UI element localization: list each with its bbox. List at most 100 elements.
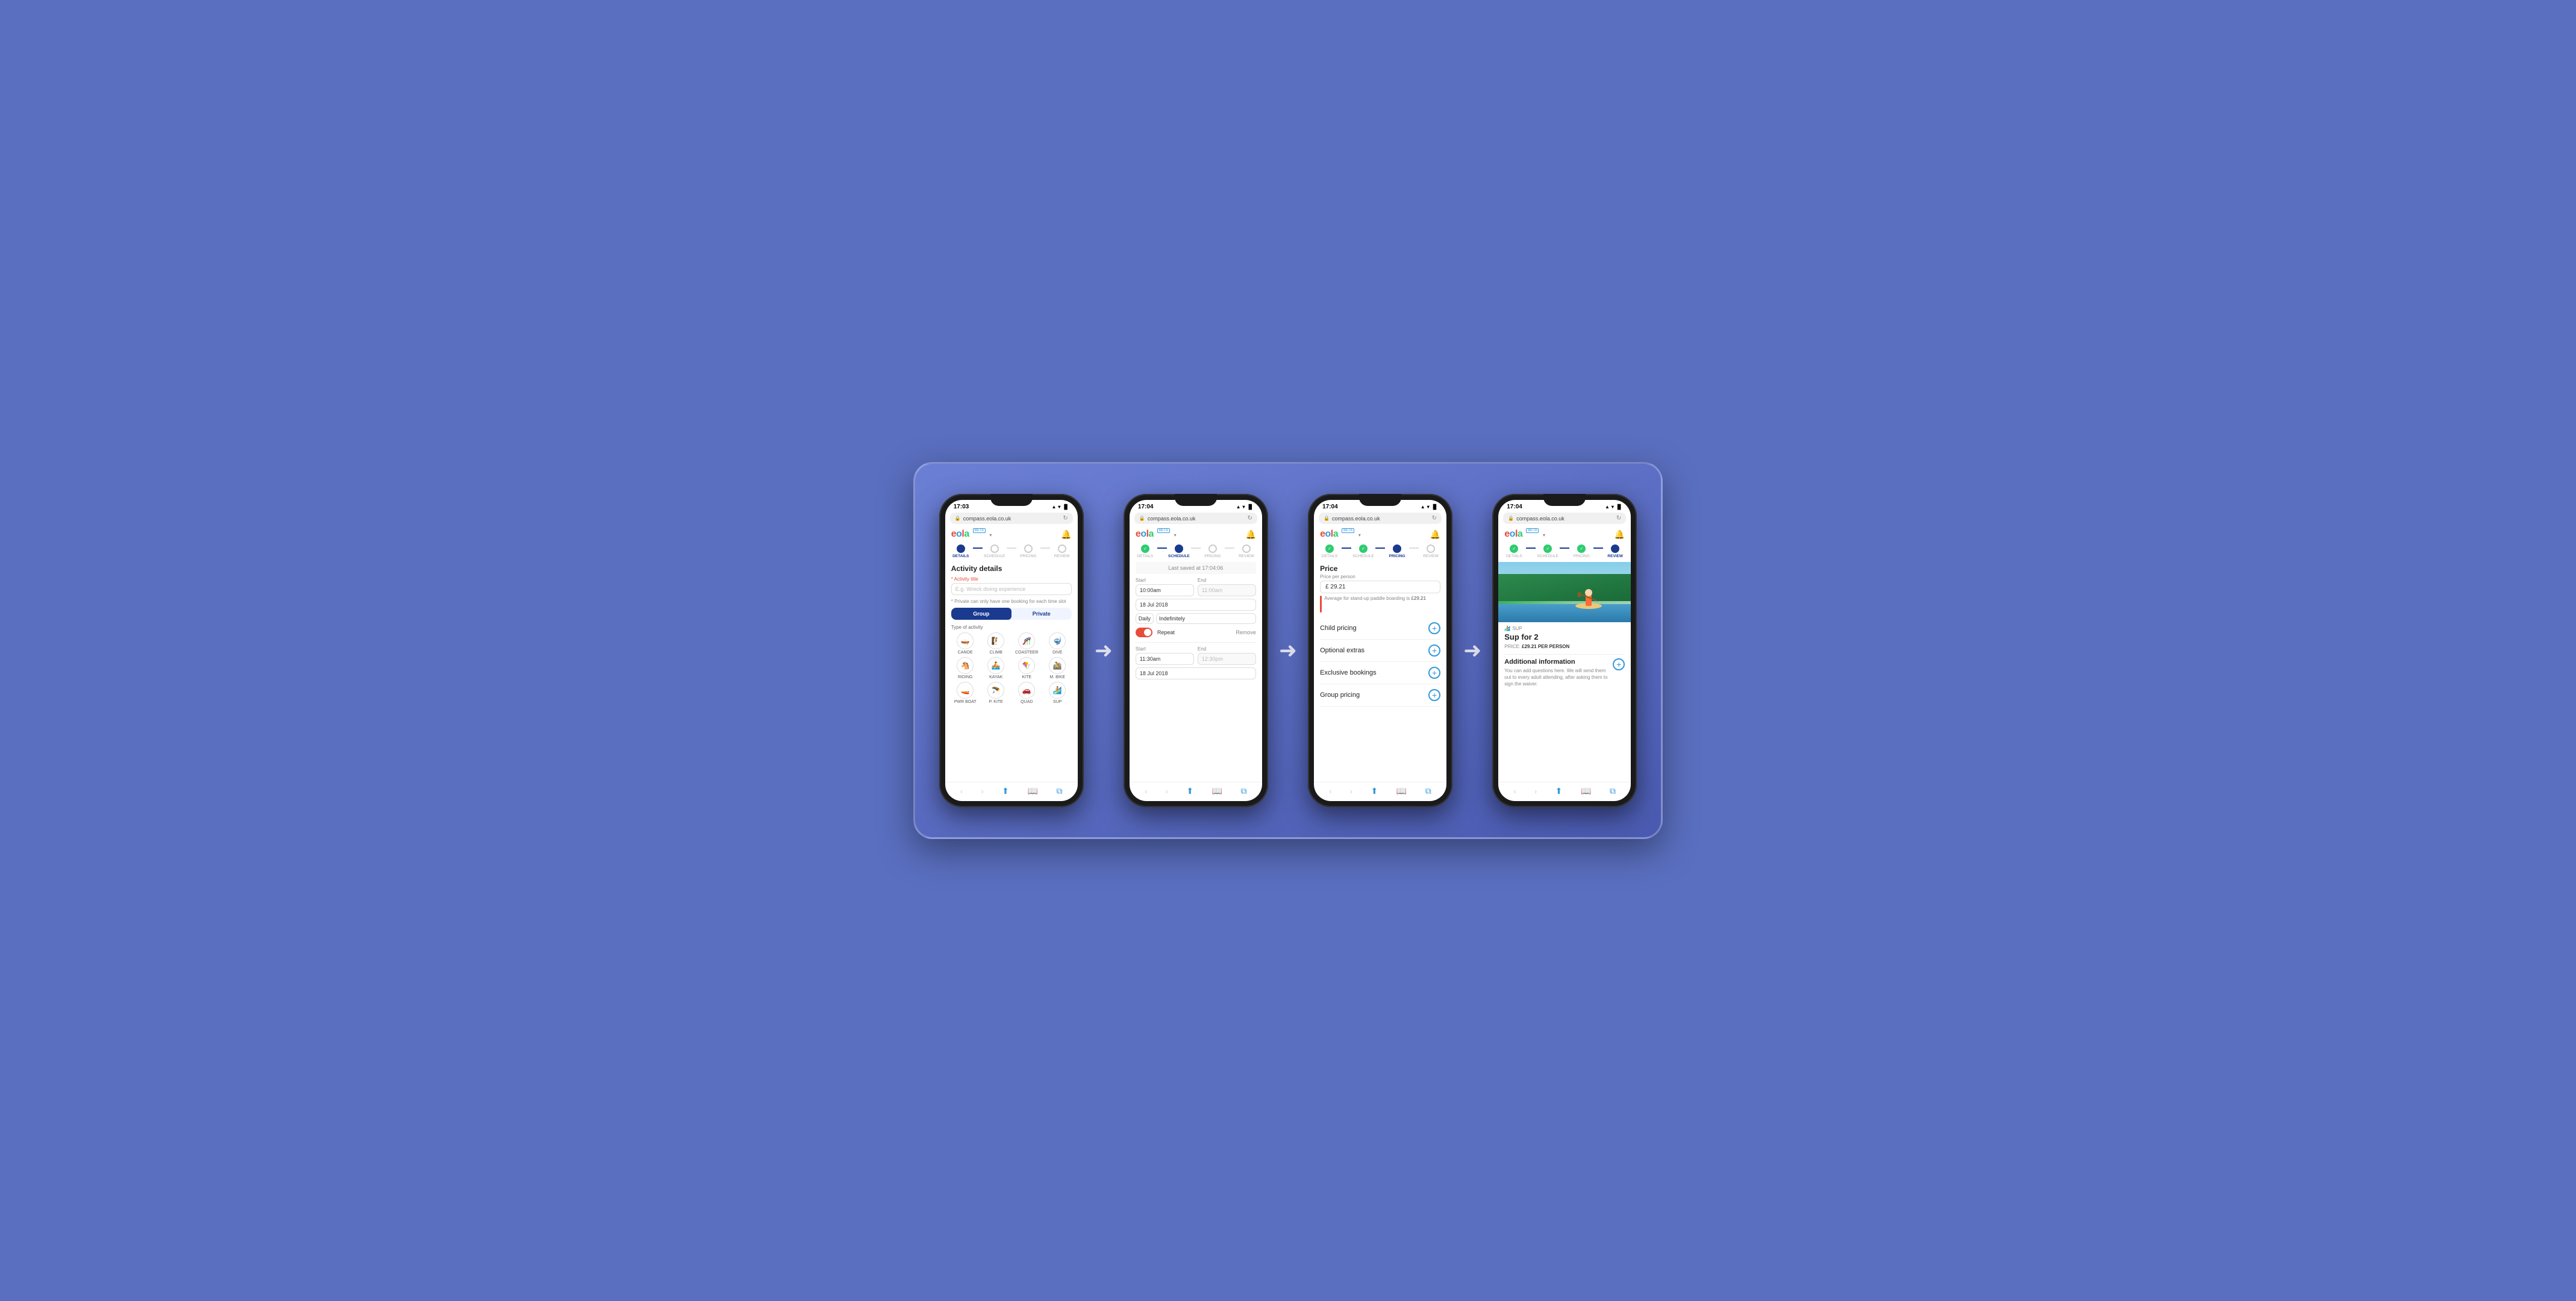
time-3: 17:04 (1322, 504, 1338, 510)
copy-icon-4[interactable]: ⧉ (1610, 786, 1616, 796)
step-dot-review (1058, 544, 1066, 553)
review-title: Sup for 2 (1504, 632, 1625, 641)
book-icon-2[interactable]: 📖 (1212, 786, 1222, 796)
activity-pwrboat[interactable]: 🚤 PWR BOAT (951, 682, 980, 704)
step-dot-details-2: ✓ (1141, 544, 1149, 553)
activity-dive[interactable]: 🤿 DIVE (1043, 632, 1072, 655)
forward-arrow-4[interactable]: › (1534, 787, 1537, 796)
copy-icon-1[interactable]: ⧉ (1056, 786, 1062, 796)
step-pricing-4[interactable]: ✓ PRICING (1569, 544, 1593, 558)
activity-pkite[interactable]: 🪂 P. KITE (982, 682, 1010, 704)
refresh-icon-2[interactable]: ↻ (1248, 515, 1252, 522)
share-icon-4[interactable]: ⬆ (1555, 786, 1563, 796)
eola-logo-4: eola BETA ▾ (1504, 529, 1545, 540)
forward-arrow-3[interactable]: › (1350, 787, 1352, 796)
bell-icon-3[interactable]: 🔔 (1430, 529, 1440, 540)
step-pricing-3[interactable]: PRICING (1385, 544, 1409, 558)
copy-icon-2[interactable]: ⧉ (1241, 786, 1247, 796)
book-icon-1[interactable]: 📖 (1027, 786, 1037, 796)
step-pricing-1[interactable]: PRICING (1016, 544, 1040, 558)
connector-2b (1191, 548, 1201, 549)
refresh-icon-3[interactable]: ↻ (1432, 515, 1437, 522)
step-label-pricing-3: PRICING (1389, 554, 1405, 558)
step-dot-schedule (990, 544, 999, 553)
optional-extras-row[interactable]: Optional extras + (1320, 640, 1440, 662)
slot2-start-input[interactable]: 11:30am (1136, 653, 1194, 665)
step-details-3[interactable]: ✓ DETAILS (1318, 544, 1342, 558)
activity-kayak[interactable]: 🚣 KAYAK (982, 657, 1010, 679)
share-icon-3[interactable]: ⬆ (1371, 786, 1378, 796)
forward-arrow-2[interactable]: › (1166, 787, 1168, 796)
copy-icon-3[interactable]: ⧉ (1425, 786, 1431, 796)
group-btn[interactable]: Group (951, 608, 1011, 620)
step-review-1[interactable]: REVIEW (1050, 544, 1074, 558)
review-content: 🏄 SUP Sup for 2 PRICE: £29.21 PER PERSON… (1498, 622, 1631, 782)
share-icon-2[interactable]: ⬆ (1186, 786, 1193, 796)
back-arrow-1[interactable]: ‹ (960, 787, 963, 796)
activity-quad[interactable]: 🚗 QUAD (1013, 682, 1041, 704)
logo-a: a (964, 529, 969, 539)
activity-climb[interactable]: 🧗 CLIMB (982, 632, 1010, 655)
activity-sup[interactable]: 🏄 SUP (1043, 682, 1072, 704)
back-arrow-3[interactable]: ‹ (1329, 787, 1331, 796)
slot1-start-input[interactable]: 10:00am (1136, 584, 1194, 596)
slot2-start-field: Start 11:30am (1136, 646, 1194, 665)
slot2-date[interactable]: 18 Jul 2018 (1136, 667, 1256, 679)
indefinitely-select[interactable]: Indefinitely (1156, 613, 1256, 624)
exclusive-bookings-row[interactable]: Exclusive bookings + (1320, 662, 1440, 684)
url-bar-4[interactable]: 🔒 compass.eola.co.uk ↻ (1503, 513, 1626, 524)
slot1-end-input[interactable]: 11:00am (1198, 584, 1256, 596)
bell-icon-1[interactable]: 🔔 (1061, 529, 1071, 540)
activity-grid-1: 🛶 CANOE 🧗 CLIMB 🎢 COASTEER 🤿 (951, 632, 1072, 655)
activity-coasteer[interactable]: 🎢 COASTEER (1013, 632, 1041, 655)
forward-arrow-1[interactable]: › (981, 787, 984, 796)
url-bar-3[interactable]: 🔒 compass.eola.co.uk ↻ (1319, 513, 1442, 524)
url-bar-2[interactable]: 🔒 compass.eola.co.uk ↻ (1134, 513, 1257, 524)
step-pricing-2[interactable]: PRICING (1201, 544, 1225, 558)
battery-icon-4: ▐▌ (1616, 504, 1622, 510)
url-bar-1[interactable]: 🔒 compass.eola.co.uk ↻ (950, 513, 1073, 524)
back-arrow-2[interactable]: ‹ (1145, 787, 1147, 796)
private-btn[interactable]: Private (1011, 608, 1072, 620)
step-review-3[interactable]: REVIEW (1419, 544, 1443, 558)
step-schedule-1[interactable]: SCHEDULE (983, 544, 1007, 558)
refresh-icon-1[interactable]: ↻ (1063, 515, 1068, 522)
repeat-toggle-switch[interactable] (1136, 628, 1152, 637)
daily-select[interactable]: Daily (1136, 613, 1154, 624)
book-icon-3[interactable]: 📖 (1396, 786, 1407, 796)
price-value-field[interactable]: £ 29.21 (1320, 581, 1440, 593)
refresh-icon-4[interactable]: ↻ (1616, 515, 1621, 522)
exclusive-bookings-plus[interactable]: + (1428, 667, 1440, 679)
step-dot-details-4: ✓ (1510, 544, 1518, 553)
activity-kite[interactable]: 🪁 KITE (1013, 657, 1041, 679)
bell-icon-2[interactable]: 🔔 (1245, 529, 1255, 540)
group-pricing-plus[interactable]: + (1428, 689, 1440, 701)
remove-button[interactable]: Remove (1236, 629, 1256, 635)
activity-mbike[interactable]: 🚵 M. BIKE (1043, 657, 1072, 679)
optional-extras-plus[interactable]: + (1428, 644, 1440, 657)
book-icon-4[interactable]: 📖 (1581, 786, 1591, 796)
activity-canoe[interactable]: 🛶 CANOE (951, 632, 980, 655)
step-schedule-4[interactable]: ✓ SCHEDULE (1536, 544, 1560, 558)
group-pricing-row[interactable]: Group pricing + (1320, 684, 1440, 707)
step-review-2[interactable]: REVIEW (1234, 544, 1258, 558)
step-details-1[interactable]: DETAILS (949, 544, 973, 558)
group-private-toggle[interactable]: Group Private (951, 608, 1072, 620)
step-schedule-2[interactable]: SCHEDULE (1167, 544, 1191, 558)
child-pricing-row[interactable]: Child pricing + (1320, 617, 1440, 640)
activity-riding[interactable]: 🐴 RIDING (951, 657, 980, 679)
signal-icon-1: ▲ (1051, 504, 1056, 510)
step-details-2[interactable]: ✓ DETAILS (1133, 544, 1157, 558)
activity-title-input[interactable]: E.g. Wreck diving experience (951, 583, 1072, 595)
slot2-end-input[interactable]: 12:30pm (1198, 653, 1256, 665)
child-pricing-plus[interactable]: + (1428, 622, 1440, 634)
sup-label: SUP (1053, 700, 1061, 704)
bell-icon-4[interactable]: 🔔 (1615, 529, 1625, 540)
step-details-4[interactable]: ✓ DETAILS (1502, 544, 1526, 558)
additional-plus[interactable]: + (1613, 658, 1625, 670)
step-schedule-3[interactable]: ✓ SCHEDULE (1351, 544, 1375, 558)
back-arrow-4[interactable]: ‹ (1514, 787, 1516, 796)
step-review-4[interactable]: REVIEW (1603, 544, 1627, 558)
share-icon-1[interactable]: ⬆ (1002, 786, 1009, 796)
slot1-date[interactable]: 18 Jul 2018 (1136, 599, 1256, 611)
